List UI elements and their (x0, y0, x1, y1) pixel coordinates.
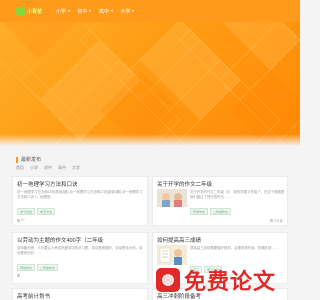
article-card[interactable]: 关于开学的作文二年级 关于开学的作文二年级（5） 新的学期又开始了，在这个假期里… (152, 176, 288, 226)
page: 小青苗 小学 初中 高中 大学 最新发布 首页 小学 初中 高中 大学 初一地理… (0, 0, 300, 300)
publish-date-value: 5天前 (274, 219, 283, 223)
article-card[interactable]: 如何提高高三成绩 提高高三成绩需要做好规划，合理安排时间，查漏补缺…… 高三 学… (152, 232, 288, 284)
nav-item-senior[interactable]: 高中 (99, 8, 113, 15)
article-title[interactable]: 高考前计划书 (17, 292, 50, 300)
tag[interactable]: 开学作文 (190, 208, 209, 215)
article-title[interactable]: 以劳动为主题的作文400字（二年级 (17, 236, 103, 244)
view-count-value: 37 (21, 218, 25, 222)
tab-university[interactable]: 大学 (72, 165, 80, 171)
article-card[interactable]: 高考前计划书 (12, 288, 148, 300)
top-nav-bar: 小青苗 小学 初中 高中 大学 (0, 0, 300, 22)
logo-icon (16, 6, 25, 16)
article-card[interactable]: 初一地理学习方法和口诀 初一地理学习方法和口诀(精选3篇) 初一地理学习方法和口… (12, 176, 148, 226)
chevron-down-icon (89, 10, 92, 12)
clock-icon (270, 219, 274, 222)
tag[interactable]: 高三 (190, 266, 203, 273)
article-thumbnail[interactable] (157, 189, 187, 207)
article-title[interactable]: 关于开学的作文二年级 (157, 180, 212, 188)
section-heading: 最新发布 (16, 156, 41, 163)
site-logo[interactable]: 小青苗 (16, 6, 50, 16)
tag[interactable]: 学习方法 (37, 208, 56, 215)
publish-date: 5天前 (270, 218, 283, 223)
tag-list: 学习方法 学习方法 (17, 208, 57, 215)
article-excerpt: 劳动最光荣，人们要从小养成热爱劳动的好习惯。劳动是美丽的，劳动是伟大的，劳动是快… (17, 246, 143, 255)
article-title[interactable]: 初一地理学习方法和口诀 (17, 180, 78, 188)
tag[interactable]: 学习方法 (204, 266, 223, 273)
tag-list: 高三 学习方法 (190, 266, 224, 273)
tab-primary[interactable]: 小学 (30, 165, 38, 171)
chevron-down-icon (132, 10, 135, 12)
tag-list: 劳动作文 二年级作文 (17, 264, 60, 271)
main-nav: 小学 初中 高中 大学 (56, 8, 142, 15)
tag-list: 开学作文 二年级作文 (190, 208, 233, 215)
view-count: 37 (17, 218, 25, 222)
eye-icon (17, 274, 20, 277)
section-accent-bar (16, 156, 18, 163)
view-count (17, 274, 21, 277)
tag[interactable]: 学习方法 (17, 208, 36, 215)
article-title[interactable]: 如何提高高三成绩 (157, 236, 201, 244)
thumbnail-image (157, 189, 187, 207)
article-excerpt: 提高高三成绩需要做好规划，合理安排时间，查漏补缺…… (190, 246, 279, 250)
tag[interactable]: 二年级作文 (210, 208, 232, 215)
nav-label: 初中 (77, 8, 88, 15)
section-title: 最新发布 (21, 157, 42, 163)
chevron-down-icon (110, 10, 113, 12)
logo-text: 小青苗 (27, 8, 43, 15)
nav-item-primary[interactable]: 小学 (56, 8, 70, 15)
eye-icon (17, 218, 20, 222)
tab-junior[interactable]: 初中 (44, 165, 52, 171)
article-excerpt: 关于开学的作文二年级（5） 新的学期又开始了，在这个假期里我们度过了快乐的时光…… (190, 190, 285, 199)
article-card[interactable]: 以劳动为主题的作文400字（二年级 劳动最光荣，人们要从小养成热爱劳动的好习惯。… (12, 232, 148, 284)
nav-label: 小学 (56, 8, 67, 15)
article-thumbnail[interactable] (157, 245, 187, 265)
article-card[interactable]: 高三冲刺阶段备考 (152, 288, 288, 300)
tab-home[interactable]: 首页 (16, 165, 24, 171)
article-title[interactable]: 高三冲刺阶段备考 (157, 292, 201, 300)
tag[interactable]: 二年级作文 (37, 264, 59, 271)
banner-fade (0, 134, 300, 146)
article-excerpt: 初一地理学习方法和口诀(精选3篇) 初一地理学习方法和口诀(精选3篇) 初一地理… (17, 190, 143, 199)
tab-senior[interactable]: 高中 (58, 165, 66, 171)
chevron-down-icon (67, 10, 70, 12)
tag[interactable]: 劳动作文 (17, 264, 36, 271)
nav-label: 大学 (120, 8, 131, 15)
nav-item-junior[interactable]: 初中 (78, 8, 92, 15)
category-tabs: 首页 小学 初中 高中 大学 (16, 165, 86, 171)
nav-label: 高中 (99, 8, 110, 15)
nav-item-university[interactable]: 大学 (121, 8, 135, 15)
thumbnail-image (157, 245, 187, 265)
